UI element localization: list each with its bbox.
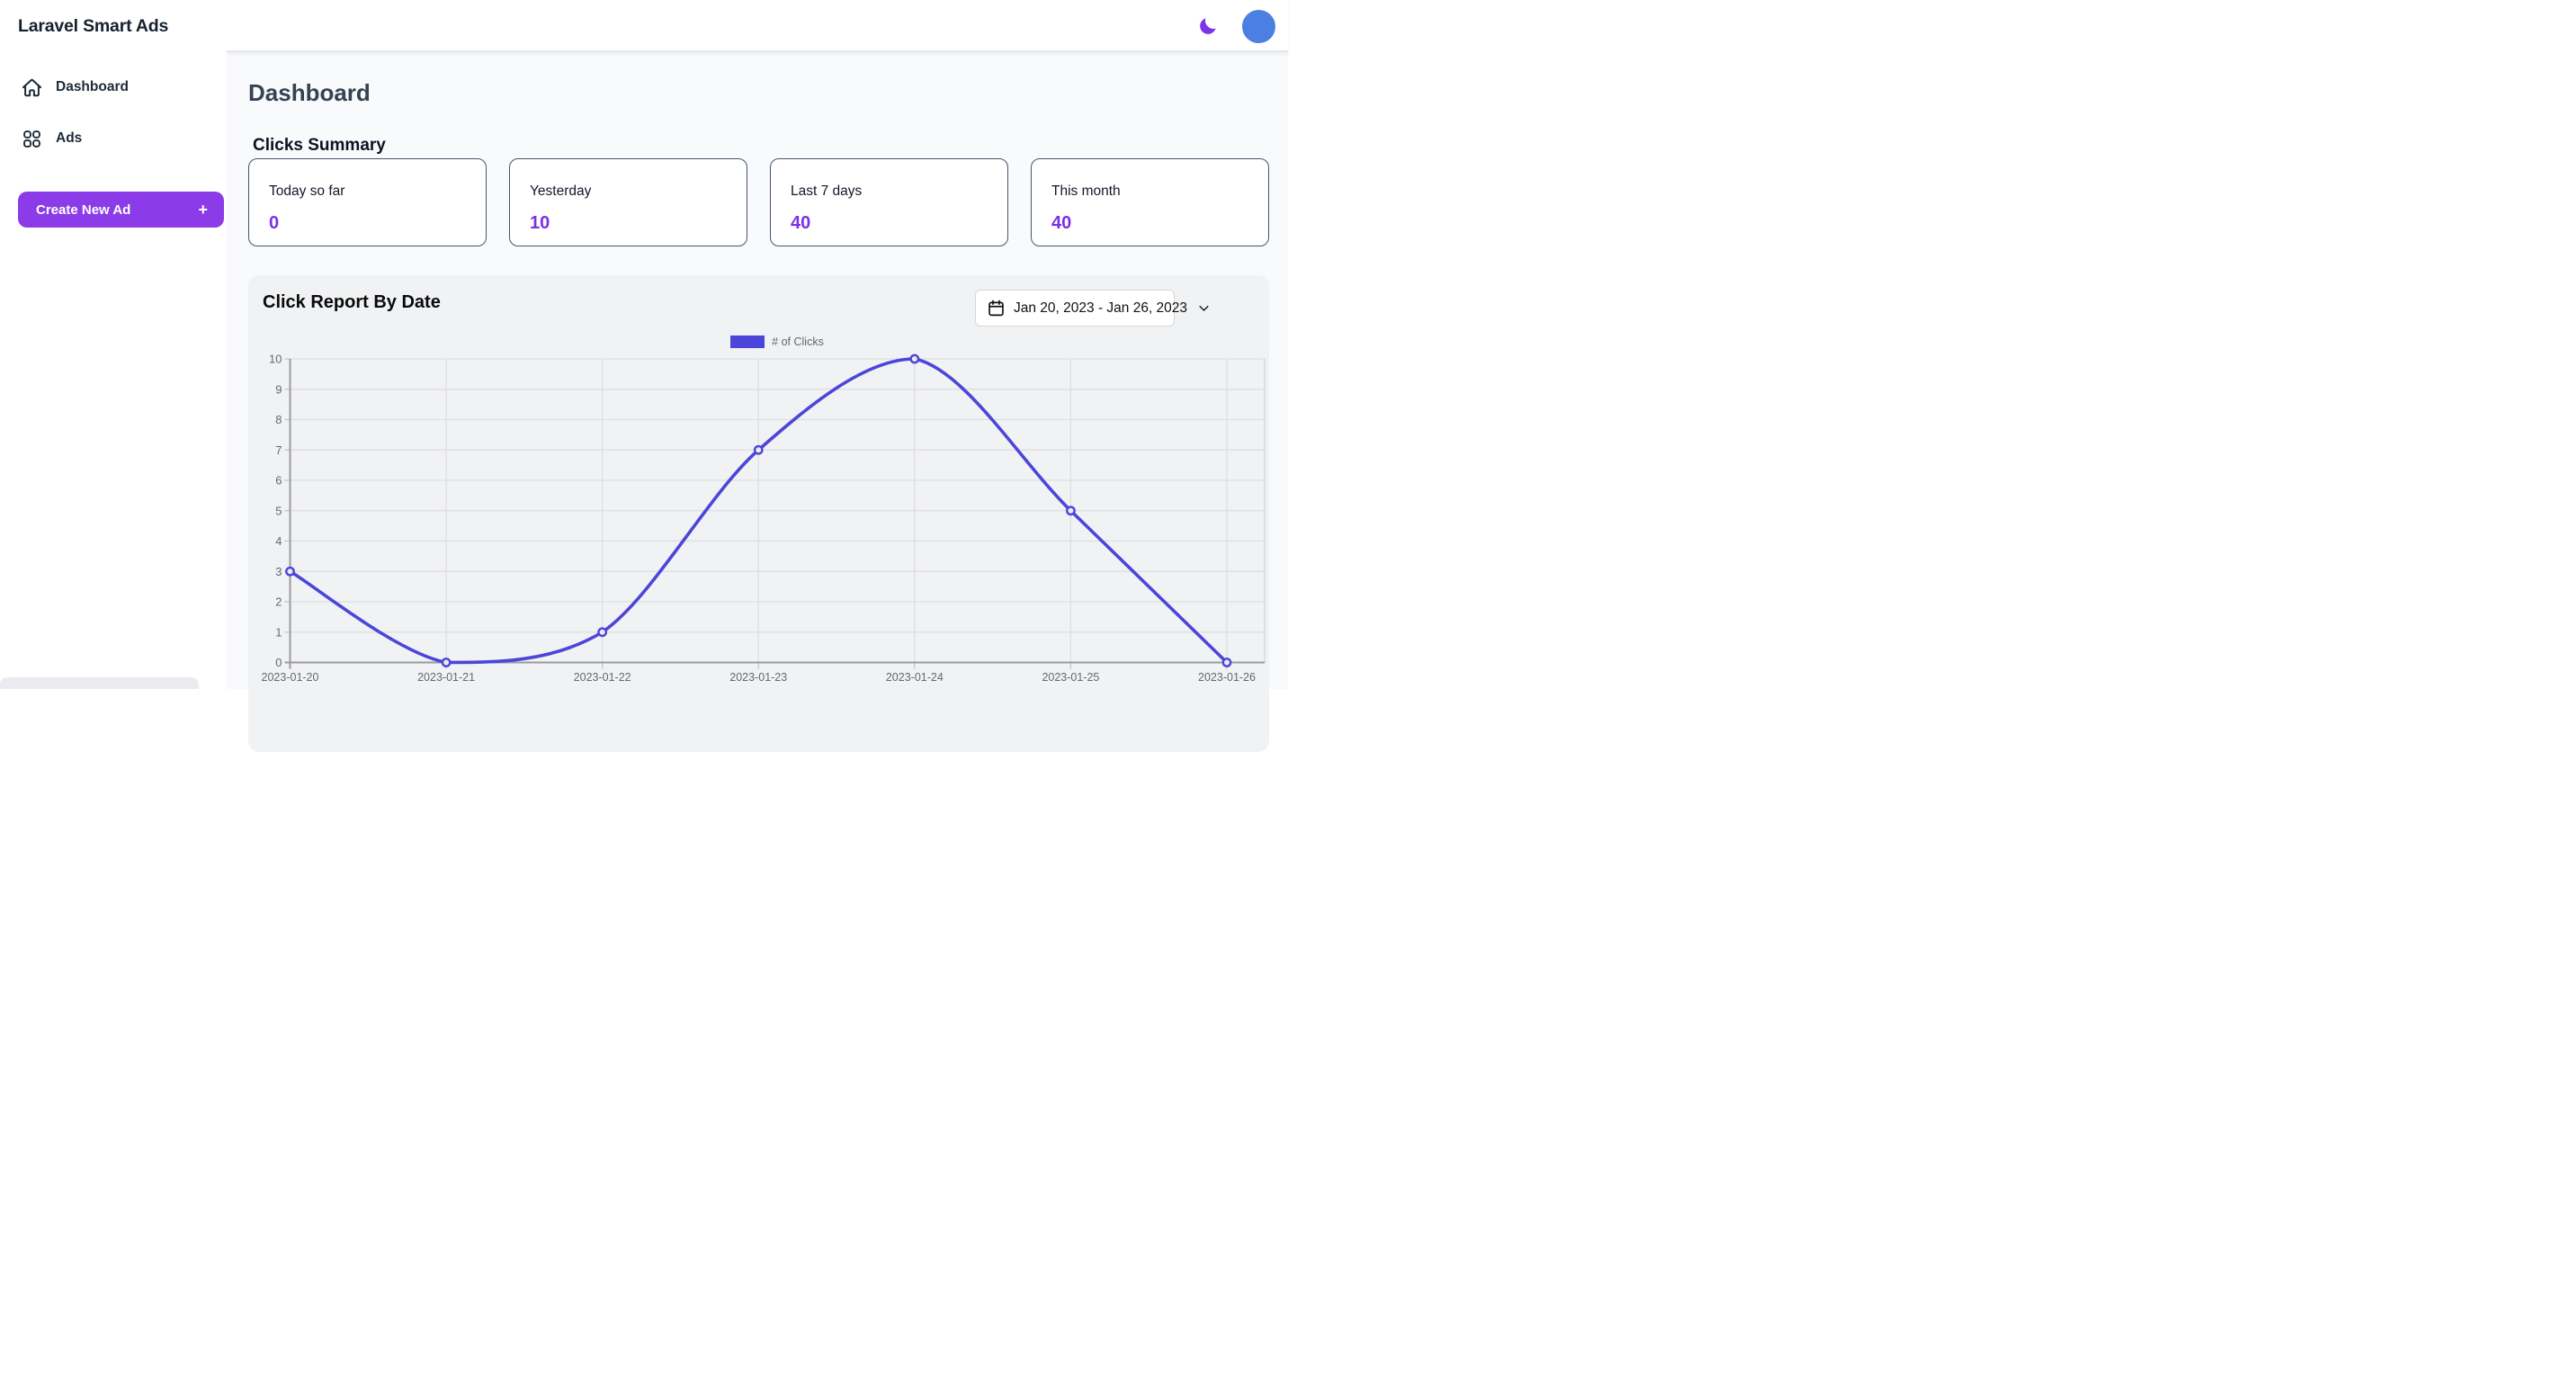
svg-text:7: 7 <box>275 443 282 457</box>
svg-text:0: 0 <box>275 656 282 669</box>
topbar-actions <box>1195 0 1275 52</box>
sidebar: Laravel Smart Ads Dashboard Ads Create N… <box>0 0 227 689</box>
avatar[interactable] <box>1242 10 1275 43</box>
card-value: 40 <box>1051 213 1071 234</box>
plus-icon: + <box>198 201 208 219</box>
card-value: 10 <box>530 213 550 234</box>
create-new-ad-button[interactable]: Create New Ad + <box>18 192 224 228</box>
main-content: Dashboard Clicks Summary Today so far 0 … <box>227 52 1288 689</box>
svg-text:6: 6 <box>275 474 282 488</box>
sidebar-item-label: Ads <box>56 130 82 147</box>
svg-text:1: 1 <box>275 625 282 639</box>
page-title: Dashboard <box>248 79 371 107</box>
svg-text:9: 9 <box>275 382 282 396</box>
grid-icon <box>20 127 43 150</box>
summary-card-last-7-days: Last 7 days 40 <box>770 158 1008 246</box>
card-label: Last 7 days <box>791 183 862 200</box>
summary-card-yesterday: Yesterday 10 <box>509 158 747 246</box>
create-new-ad-label: Create New Ad <box>36 202 130 218</box>
svg-text:2023-01-22: 2023-01-22 <box>574 671 631 684</box>
svg-text:2: 2 <box>275 595 282 609</box>
moon-icon <box>1197 16 1218 37</box>
horizontal-scrollbar-thumb[interactable] <box>0 677 199 689</box>
summary-card-today: Today so far 0 <box>248 158 487 246</box>
svg-text:2023-01-24: 2023-01-24 <box>886 671 944 684</box>
card-label: Yesterday <box>530 183 591 200</box>
sidebar-item-ads[interactable]: Ads <box>0 125 227 152</box>
sidebar-item-dashboard[interactable]: Dashboard <box>0 74 227 101</box>
svg-text:2023-01-20: 2023-01-20 <box>262 671 319 684</box>
card-value: 0 <box>269 213 279 234</box>
svg-text:10: 10 <box>269 353 282 366</box>
home-icon <box>20 76 43 99</box>
svg-text:2023-01-23: 2023-01-23 <box>729 671 787 684</box>
svg-text:2023-01-26: 2023-01-26 <box>1198 671 1256 684</box>
svg-text:8: 8 <box>275 413 282 426</box>
summary-cards: Today so far 0 Yesterday 10 Last 7 days … <box>248 158 1269 246</box>
svg-text:2023-01-21: 2023-01-21 <box>417 671 475 684</box>
svg-text:4: 4 <box>275 534 282 548</box>
app-brand: Laravel Smart Ads <box>18 16 168 37</box>
summary-card-this-month: This month 40 <box>1031 158 1269 246</box>
card-label: This month <box>1051 183 1121 200</box>
card-label: Today so far <box>269 183 344 200</box>
click-report-panel: Click Report By Date Jan 20, 2023 - Jan … <box>248 275 1269 752</box>
svg-text:5: 5 <box>275 504 282 517</box>
clicks-line-chart: 0 1 2 3 4 5 6 7 8 9 10 2023-01-20 2023-01-21 2023-01-… <box>248 275 1269 698</box>
svg-text:3: 3 <box>275 565 282 578</box>
clicks-summary-heading: Clicks Summary <box>253 136 386 156</box>
card-value: 40 <box>791 213 810 234</box>
svg-text:2023-01-25: 2023-01-25 <box>1042 671 1099 684</box>
sidebar-item-label: Dashboard <box>56 79 129 95</box>
theme-toggle-button[interactable] <box>1195 14 1219 38</box>
